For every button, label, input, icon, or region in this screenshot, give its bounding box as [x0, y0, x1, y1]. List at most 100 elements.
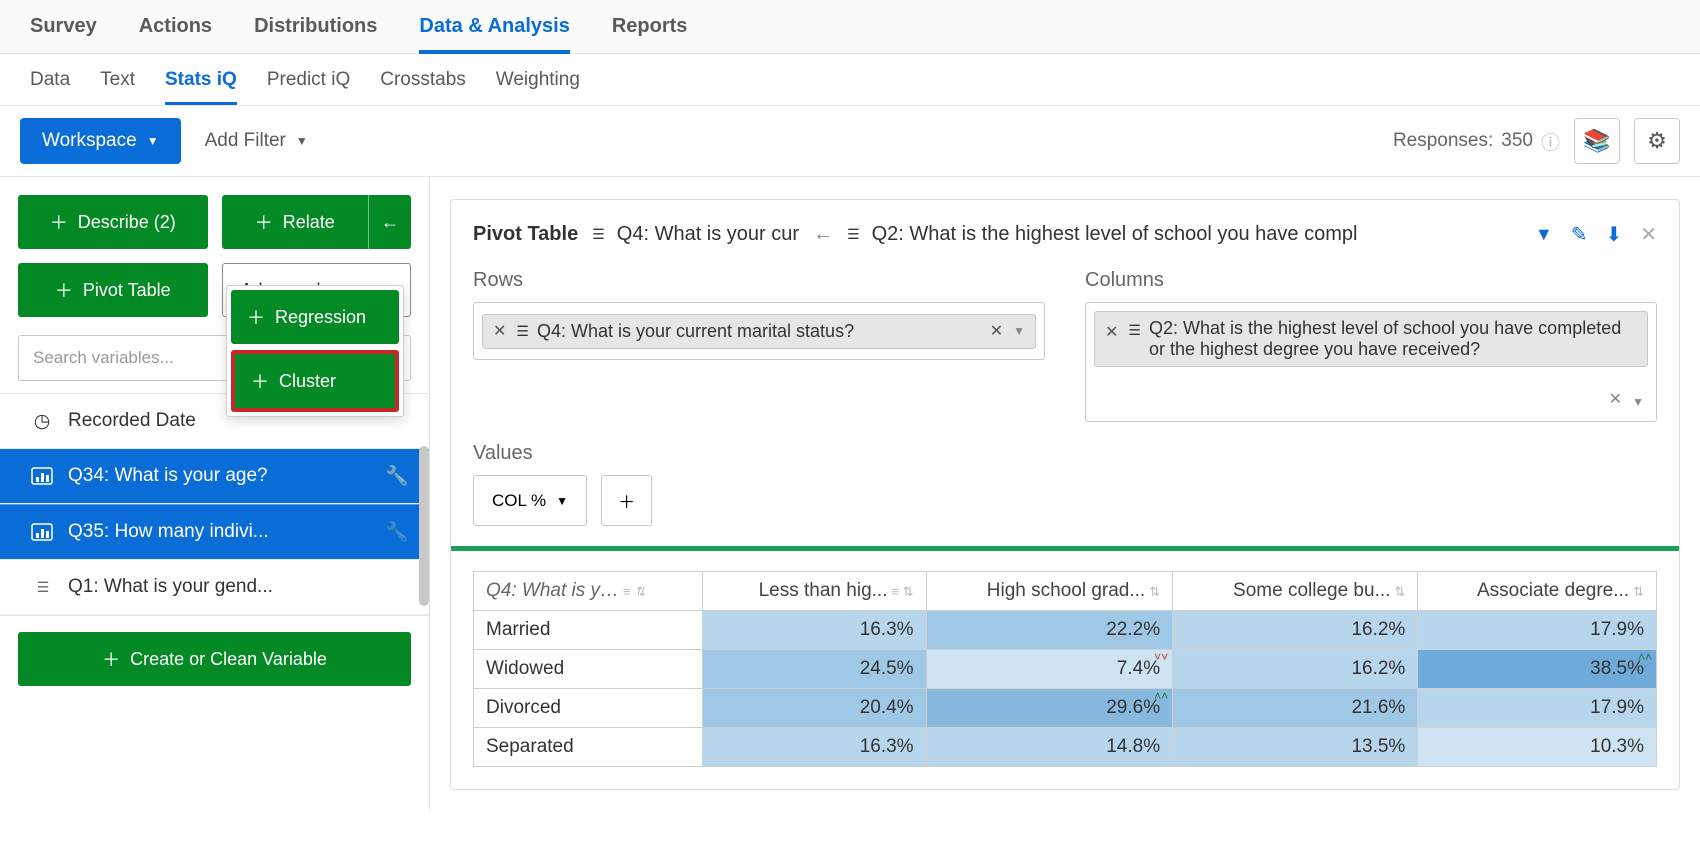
cell: 14.8%	[926, 728, 1173, 767]
add-value-button[interactable]: ＋	[601, 475, 652, 526]
learn-button[interactable]: 📚	[1574, 118, 1620, 164]
describe-button[interactable]: ＋ Describe (2)	[18, 195, 208, 249]
filter-icon[interactable]: ▼	[1535, 224, 1553, 245]
remove-icon[interactable]: ✕	[990, 321, 1003, 341]
info-icon: ⓘ	[1541, 128, 1560, 155]
divider	[451, 546, 1679, 551]
variable-item[interactable]: Q34: What is your age? 🔧	[0, 449, 429, 504]
chevron-down-icon[interactable]: ▼	[1632, 395, 1644, 409]
remove-icon[interactable]: ✕	[1609, 389, 1622, 409]
col-header[interactable]: Less than hig...≡ ⇅	[702, 572, 926, 611]
subtab-data[interactable]: Data	[30, 55, 70, 105]
subtab-stats-iq[interactable]: Stats iQ	[165, 55, 237, 105]
close-icon[interactable]: ✕	[1640, 222, 1657, 247]
tab-data-analysis[interactable]: Data & Analysis	[419, 0, 569, 54]
subtab-text[interactable]: Text	[100, 55, 135, 105]
cell: 17.9%	[1418, 689, 1657, 728]
row-token[interactable]: ✕ ☰ Q4: What is your current marital sta…	[482, 314, 1036, 349]
plus-icon: ＋	[55, 277, 73, 303]
cell: 7.4%˅˅	[926, 650, 1173, 689]
download-icon[interactable]: ⬇	[1605, 222, 1622, 247]
col-header[interactable]: High school grad...⇅	[926, 572, 1173, 611]
arrow-left-icon: ←	[813, 223, 833, 246]
cell: 16.2%	[1173, 611, 1418, 650]
settings-button[interactable]: ⚙	[1634, 118, 1680, 164]
wrench-icon[interactable]: 🔧	[385, 520, 409, 544]
cell: 22.2%	[926, 611, 1173, 650]
add-filter-button[interactable]: Add Filter ▼	[205, 130, 308, 152]
row-header[interactable]: Q4: What is y…≡ ⇅	[474, 572, 703, 611]
cell: 13.5%	[1173, 728, 1418, 767]
list-icon: ☰	[1128, 322, 1139, 339]
chevron-down-icon: ▼	[556, 494, 568, 508]
relate-button[interactable]: ＋ Relate	[222, 195, 370, 249]
pivot-title: Pivot Table	[473, 223, 578, 246]
trend-up-icon: ˄˄	[1154, 691, 1168, 701]
token-label: Q2: What is the highest level of school …	[1149, 318, 1637, 360]
sub-nav: Data Text Stats iQ Predict iQ Crosstabs …	[0, 54, 1700, 106]
cell: 17.9%	[1418, 611, 1657, 650]
tab-distributions[interactable]: Distributions	[254, 0, 377, 54]
rows-dropzone[interactable]: ✕ ☰ Q4: What is your current marital sta…	[473, 302, 1045, 360]
sort-icon[interactable]: ≡ ⇅	[891, 584, 913, 599]
row-label: Divorced	[474, 689, 703, 728]
bar-chart-icon	[28, 467, 56, 485]
workspace-label: Workspace	[42, 130, 137, 152]
scrollbar[interactable]	[419, 446, 429, 606]
variable-list: ◷ Recorded Date Q34: What is your age? 🔧…	[0, 394, 429, 615]
variable-item[interactable]: Q35: How many indivi... 🔧	[0, 504, 429, 560]
sort-icon[interactable]: ⇅	[1149, 584, 1160, 599]
tab-actions[interactable]: Actions	[139, 0, 212, 54]
bar-chart-icon	[28, 523, 56, 541]
relate-direction-button[interactable]: ←	[369, 195, 411, 249]
cell: 16.2%	[1173, 650, 1418, 689]
values-select[interactable]: COL % ▼	[473, 475, 587, 526]
chevron-down-icon[interactable]: ▼	[1013, 324, 1025, 338]
subtab-weighting[interactable]: Weighting	[496, 55, 580, 105]
subtab-predict-iq[interactable]: Predict iQ	[267, 55, 350, 105]
sidebar: ＋ Describe (2) ＋ Relate ← ＋ Pivot Table …	[0, 177, 430, 812]
remove-icon[interactable]: ✕	[1105, 322, 1118, 342]
plus-icon: ＋	[102, 646, 120, 672]
pivot-row-question: Q4: What is your cur	[617, 223, 799, 246]
plus-icon: ＋	[50, 209, 68, 235]
list-icon: ☰	[516, 323, 527, 340]
regression-button[interactable]: ＋ Regression	[231, 290, 399, 344]
col-token[interactable]: ✕ ☰ Q2: What is the highest level of sch…	[1094, 311, 1648, 367]
token-label: Q4: What is your current marital status?	[537, 321, 980, 342]
workspace-button[interactable]: Workspace ▼	[20, 118, 181, 164]
cell: 10.3%	[1418, 728, 1657, 767]
tab-reports[interactable]: Reports	[612, 0, 688, 54]
create-clean-variable-button[interactable]: ＋ Create or Clean Variable	[18, 632, 411, 686]
variable-label: Q1: What is your gend...	[68, 576, 273, 598]
clock-icon: ◷	[28, 410, 56, 433]
variable-label: Recorded Date	[68, 410, 196, 432]
advanced-menu: ＋ Regression ＋ Cluster	[226, 285, 404, 417]
chevron-down-icon: ▼	[296, 134, 308, 148]
variable-label: Q35: How many indivi...	[68, 521, 269, 543]
edit-icon[interactable]: ✎	[1571, 222, 1588, 247]
cluster-button[interactable]: ＋ Cluster	[235, 354, 395, 408]
tab-survey[interactable]: Survey	[30, 0, 97, 54]
cell: 21.6%	[1173, 689, 1418, 728]
columns-dropzone[interactable]: ✕ ☰ Q2: What is the highest level of sch…	[1085, 302, 1657, 422]
cell: 16.3%	[702, 728, 926, 767]
remove-icon[interactable]: ✕	[493, 321, 506, 341]
col-header[interactable]: Some college bu...⇅	[1173, 572, 1418, 611]
arrow-left-icon: ←	[381, 212, 399, 233]
col-header[interactable]: Associate degre...⇅	[1418, 572, 1657, 611]
responses-count: Responses: 350 ⓘ	[1393, 128, 1560, 155]
sort-icon[interactable]: ⇅	[1394, 584, 1405, 599]
variable-item[interactable]: ☰ Q1: What is your gend...	[0, 560, 429, 615]
values-label: Values	[473, 442, 1657, 465]
cell: 29.6%˄˄	[926, 689, 1173, 728]
subtab-crosstabs[interactable]: Crosstabs	[380, 55, 466, 105]
pivot-table-button[interactable]: ＋ Pivot Table	[18, 263, 208, 317]
row-label: Married	[474, 611, 703, 650]
row-label: Separated	[474, 728, 703, 767]
sort-icon[interactable]: ⇅	[1633, 584, 1644, 599]
list-icon: ☰	[28, 579, 56, 596]
wrench-icon[interactable]: 🔧	[385, 464, 409, 488]
plus-icon: ＋	[618, 488, 635, 513]
sort-icon[interactable]: ≡ ⇅	[623, 584, 645, 599]
